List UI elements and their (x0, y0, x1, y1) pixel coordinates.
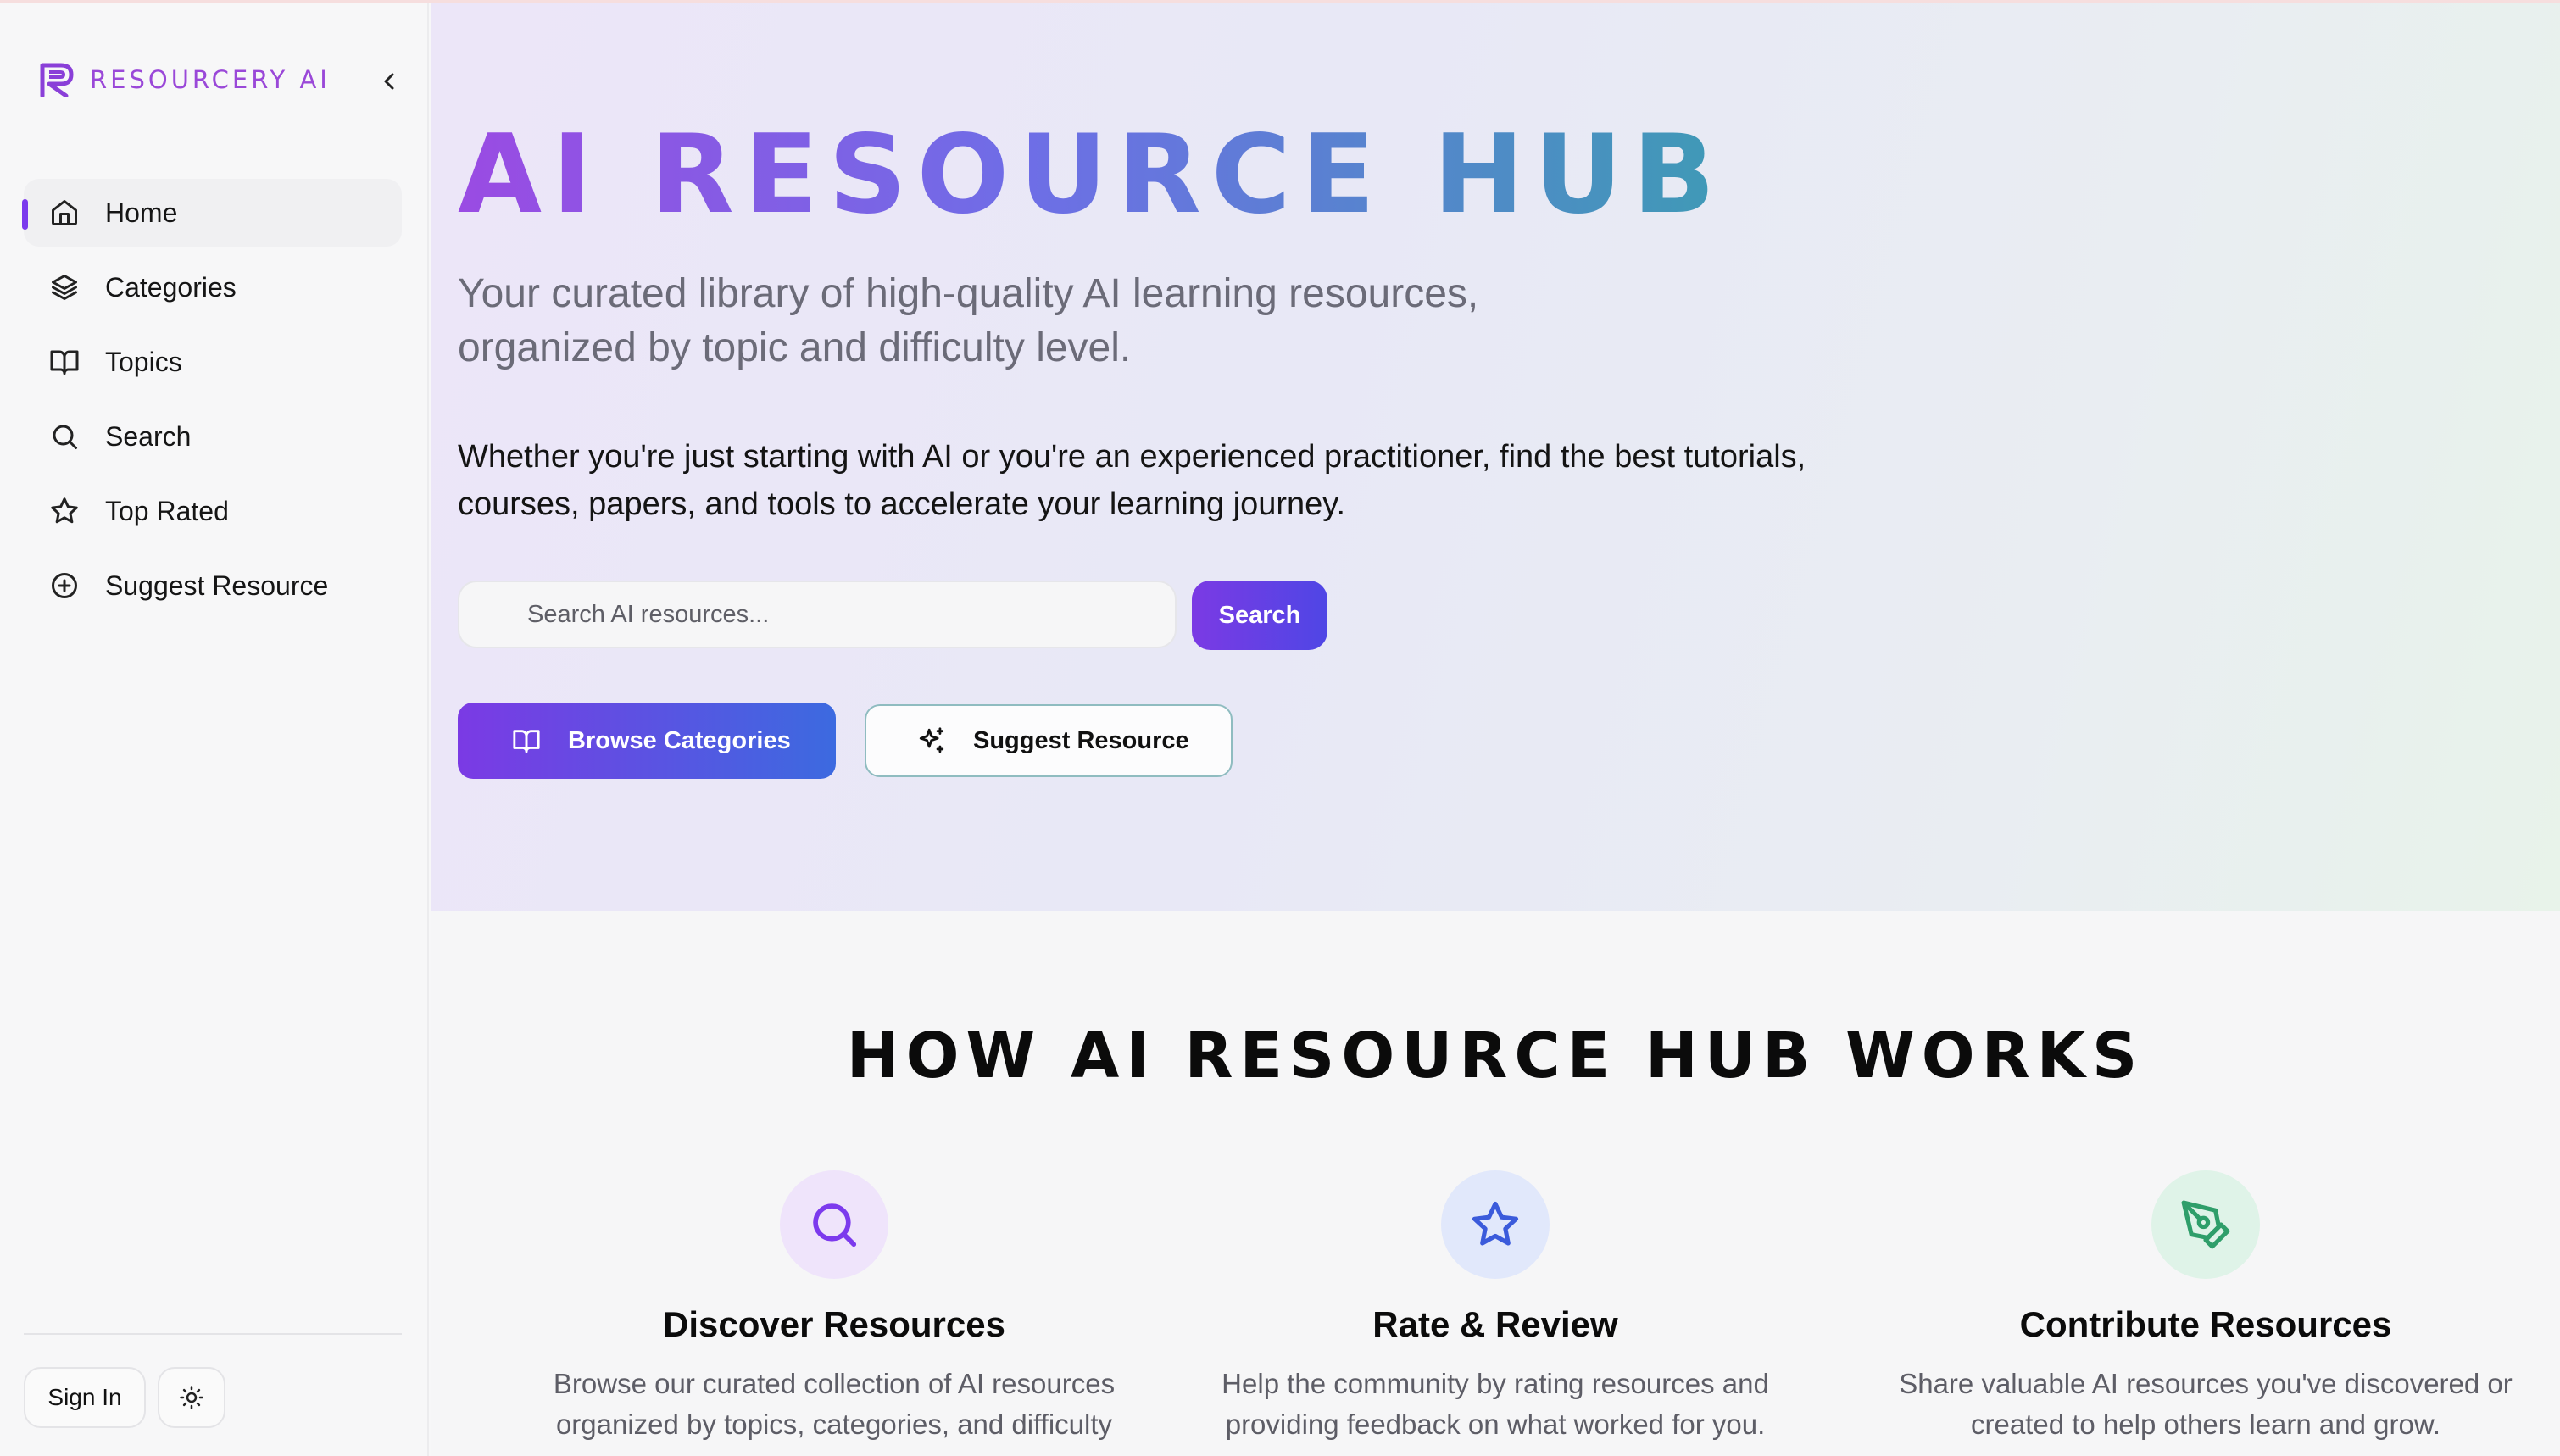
search-input[interactable] (458, 581, 1177, 648)
chevron-left-icon[interactable] (376, 69, 402, 94)
star-icon (51, 497, 78, 524)
sidebar: RESOURCERY AI Home Categories Topics Sea… (0, 3, 429, 1456)
brand-name: RESOURCERY AI (90, 65, 331, 94)
sidebar-item-label: Topics (105, 346, 182, 377)
sidebar-item-search[interactable]: Search (24, 403, 402, 470)
hero-description: Whether you're just starting with AI or … (458, 439, 1806, 522)
plus-circle-icon (52, 573, 77, 598)
sidebar-item-label: Suggest Resource (105, 570, 329, 601)
pen-tool-icon (2181, 1200, 2230, 1249)
search-icon (53, 425, 77, 449)
how-it-works-section: HOW AI RESOURCE HUB WORKS Discover Resou… (431, 911, 2560, 1456)
hero-section: AI RESOURCE HUB Your curated library of … (431, 3, 2560, 911)
section-title: HOW AI RESOURCE HUB WORKS (846, 1020, 2145, 1092)
star-icon (1472, 1201, 1519, 1246)
book-open-icon (513, 730, 540, 753)
feature-icon-badge (2151, 1170, 2260, 1279)
brand-logo[interactable]: RESOURCERY AI (37, 62, 331, 97)
sidebar-nav: Home Categories Topics Search Top Rated (22, 179, 402, 626)
sidebar-divider (24, 1333, 402, 1335)
suggest-resource-button[interactable]: Suggest Resource (865, 704, 1233, 777)
search-button[interactable]: Search (1192, 581, 1327, 650)
feature-contribute: Contribute Resources Share valuable AI r… (1884, 1170, 2528, 1445)
feature-discover: Discover Resources Browse our curated co… (512, 1170, 1156, 1445)
sidebar-item-topics[interactable]: Topics (24, 328, 402, 396)
feature-text: Browse our curated collection of AI reso… (553, 1368, 1116, 1440)
feature-text: Help the community by rating resources a… (1222, 1368, 1769, 1440)
sidebar-item-label: Top Rated (105, 495, 229, 526)
hero-subtitle: Your curated library of high-quality AI … (458, 271, 1479, 370)
sun-icon (180, 1386, 203, 1409)
feature-title: Contribute Resources (2019, 1304, 2392, 1344)
sidebar-item-label: Categories (105, 271, 237, 303)
layers-icon (52, 275, 77, 300)
browse-categories-button[interactable]: Browse Categories (458, 703, 836, 779)
home-icon (52, 200, 77, 225)
sidebar-item-label: Home (105, 197, 178, 228)
feature-icon-badge (1441, 1170, 1550, 1279)
theme-toggle-button[interactable] (158, 1367, 225, 1428)
logo-r-icon (40, 63, 74, 97)
sparkles-icon (919, 727, 944, 753)
sign-in-button[interactable]: Sign In (24, 1367, 146, 1428)
page-title: AI RESOURCE HUB (458, 112, 1726, 238)
book-open-icon (50, 350, 79, 375)
feature-title: Discover Resources (663, 1304, 1005, 1344)
suggest-resource-label: Suggest Resource (973, 726, 1189, 754)
feature-rate-review: Rate & Review Help the community by rati… (1173, 1170, 1817, 1445)
feature-title: Rate & Review (1372, 1304, 1618, 1344)
feature-text: Share valuable AI resources you've disco… (1899, 1368, 2513, 1440)
sidebar-item-home[interactable]: Home (22, 179, 402, 247)
browse-categories-label: Browse Categories (568, 726, 791, 754)
feature-icon-badge (780, 1170, 888, 1279)
sidebar-item-label: Search (105, 420, 192, 452)
search-icon (813, 1203, 857, 1248)
sidebar-item-top-rated[interactable]: Top Rated (24, 477, 402, 545)
sidebar-item-categories[interactable]: Categories (24, 253, 402, 321)
sidebar-item-suggest-resource[interactable]: Suggest Resource (24, 552, 402, 620)
